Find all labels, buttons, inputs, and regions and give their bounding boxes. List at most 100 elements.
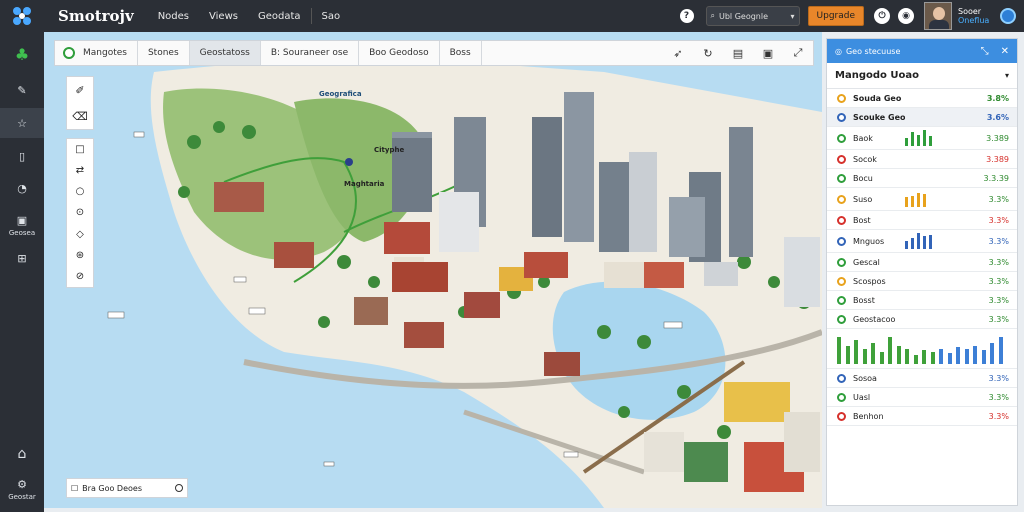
compass-icon[interactable]: ⊛	[76, 250, 84, 261]
mini-bar	[929, 235, 932, 249]
list-item-label: Souda Geo	[853, 93, 902, 103]
list-item[interactable]: Mnguos 3.3%	[827, 230, 1017, 253]
chevron-down-icon[interactable]: ▾	[1005, 71, 1009, 80]
list-item[interactable]: Socok 3.389	[827, 150, 1017, 169]
pen-icon[interactable]: ✐	[75, 84, 84, 97]
list-item-label: Sosoa	[853, 373, 877, 383]
list-item[interactable]: Bosst 3.3%	[827, 291, 1017, 310]
tab-mangotes[interactable]: Mangotes	[55, 41, 138, 65]
list-item-label: Bost	[853, 215, 871, 225]
status-dot-icon	[837, 215, 846, 225]
mini-bar	[905, 197, 908, 207]
tab-geodoso[interactable]: Boo Geodoso	[359, 41, 440, 65]
list-item-value: 3.389	[986, 133, 1009, 143]
list-item-label: Suso	[853, 194, 873, 204]
cursor-icon[interactable]: ➶	[663, 47, 693, 60]
sidebar-tree-icon[interactable]: ♣	[0, 40, 44, 68]
pin-icon[interactable]: ⊙	[76, 207, 84, 218]
top-nav: Nodes Views Geodata Sao	[148, 8, 350, 24]
list-item-value: 3.6%	[986, 112, 1009, 122]
mini-bar	[911, 196, 914, 207]
scale-toggle-icon[interactable]	[175, 484, 183, 492]
save-icon[interactable]: ▣	[753, 47, 783, 60]
mini-bar-chart	[905, 311, 955, 327]
tab-stones[interactable]: Stones	[138, 41, 190, 65]
close-icon[interactable]: ✕	[1001, 46, 1009, 57]
expand-icon[interactable]: ⤢	[783, 46, 813, 60]
summary-bar	[879, 352, 884, 364]
checkbox-icon[interactable]: ☐	[71, 484, 78, 493]
list-item[interactable]: Scospos 3.3%	[827, 272, 1017, 291]
nav-item-sao[interactable]: Sao	[312, 11, 351, 22]
status-dot-icon	[837, 112, 846, 122]
mini-bar-chart	[905, 212, 955, 228]
status-dot-icon	[837, 173, 846, 183]
summary-bar	[973, 346, 977, 364]
panel-title[interactable]: Mangodo Uoao ▾	[827, 63, 1017, 89]
list-item-label: Baok	[853, 133, 873, 143]
search-box[interactable]: ⌕ Ubl Geognle ▾	[705, 6, 800, 26]
tab-souraneer[interactable]: B: Souraneer ose	[261, 41, 360, 65]
list-item[interactable]: Suso 3.3%	[827, 188, 1017, 211]
list-item[interactable]: Gescal 3.3%	[827, 253, 1017, 272]
sidebar-layers-item[interactable]: ▣ Geosea	[0, 208, 44, 242]
list-item[interactable]: Benhon 3.3%	[827, 407, 1017, 426]
globe-icon[interactable]	[1000, 8, 1016, 24]
sidebar-home-icon[interactable]: ⌂	[0, 440, 44, 468]
list-item[interactable]: Baok 3.389	[827, 127, 1017, 150]
sidebar-grid-icon[interactable]: ⊞	[0, 244, 44, 272]
map-canvas[interactable]: Geografica Cityphe Maghtaria Mangotes St…	[44, 32, 822, 508]
tab-geostatoss[interactable]: Geostatoss	[189, 41, 261, 65]
help-icon[interactable]: ?	[679, 9, 694, 23]
mini-bar-chart	[905, 170, 955, 186]
list-item[interactable]: Geostacoo 3.3%	[827, 310, 1017, 329]
status-dot-icon	[837, 295, 846, 305]
list-item[interactable]: Bocu 3.3.39	[827, 169, 1017, 188]
user-role: Oneflua	[958, 16, 990, 25]
sidebar-gauge-icon[interactable]: ◔	[0, 174, 44, 202]
status-dot-icon	[837, 257, 846, 267]
upgrade-button[interactable]: Upgrade	[807, 6, 864, 26]
list-item-value: 3.3.39	[983, 173, 1009, 183]
layers-icon: ▣	[16, 213, 28, 227]
draw-tools: ✐ ⌫	[66, 76, 94, 130]
tab-boss[interactable]: Boss	[440, 41, 482, 65]
square-icon[interactable]: □	[75, 144, 84, 155]
list-item[interactable]: Bost 3.3%	[827, 211, 1017, 230]
status-dot-icon	[837, 236, 846, 246]
summary-bar	[913, 355, 918, 364]
summary-bar	[845, 346, 850, 364]
circle-icon[interactable]: ○	[76, 186, 85, 197]
nav-item-views[interactable]: Views	[199, 11, 248, 22]
user-info[interactable]: Sooer Oneflua	[958, 7, 998, 25]
sidebar-settings-item[interactable]: ⚙ Geostar	[0, 472, 44, 506]
ruler-icon[interactable]: ⊘	[76, 271, 84, 282]
nav-item-geodata[interactable]: Geodata	[248, 11, 311, 22]
eraser-icon[interactable]: ⌫	[72, 110, 88, 123]
top-bar: Smotrojv Nodes Views Geodata Sao ? ⌕ Ubl…	[0, 0, 1024, 32]
sidebar-wand-icon[interactable]: ✎	[0, 76, 44, 104]
list-item[interactable]: Uasl 3.3%	[827, 388, 1017, 407]
list-item[interactable]: Souda Geo 3.8%	[827, 89, 1017, 108]
avatar[interactable]	[924, 2, 952, 30]
sidebar-document-icon[interactable]: ▯	[0, 142, 44, 170]
list-item[interactable]: Sosoa 3.3%	[827, 369, 1017, 388]
list-item-value: 3.3%	[988, 411, 1009, 421]
clipboard-icon[interactable]: ▤	[723, 47, 753, 60]
sidebar-star-icon[interactable]: ☆	[0, 108, 44, 138]
chevron-down-icon[interactable]: ▾	[791, 12, 795, 21]
record-icon[interactable]: ◉	[898, 8, 914, 24]
nav-item-nodes[interactable]: Nodes	[148, 11, 199, 22]
status-dot-icon	[63, 47, 75, 59]
refresh-icon[interactable]: ↻	[693, 47, 723, 60]
collapse-icon[interactable]: ⤡	[981, 46, 989, 57]
transfer-icon[interactable]: ⇄	[76, 165, 84, 176]
sidebar-layers-label: Geosea	[8, 228, 36, 237]
shield-icon[interactable]: ◇	[76, 229, 84, 240]
mini-bar	[917, 135, 920, 146]
panel-header-icon: ◎	[835, 46, 842, 56]
power-icon[interactable]: ⏻	[874, 8, 890, 24]
list-item[interactable]: Scouke Geo 3.6%	[827, 108, 1017, 127]
map-toolbar: Mangotes Stones Geostatoss B: Souraneer …	[54, 40, 814, 66]
app-logo-icon[interactable]	[0, 0, 44, 32]
